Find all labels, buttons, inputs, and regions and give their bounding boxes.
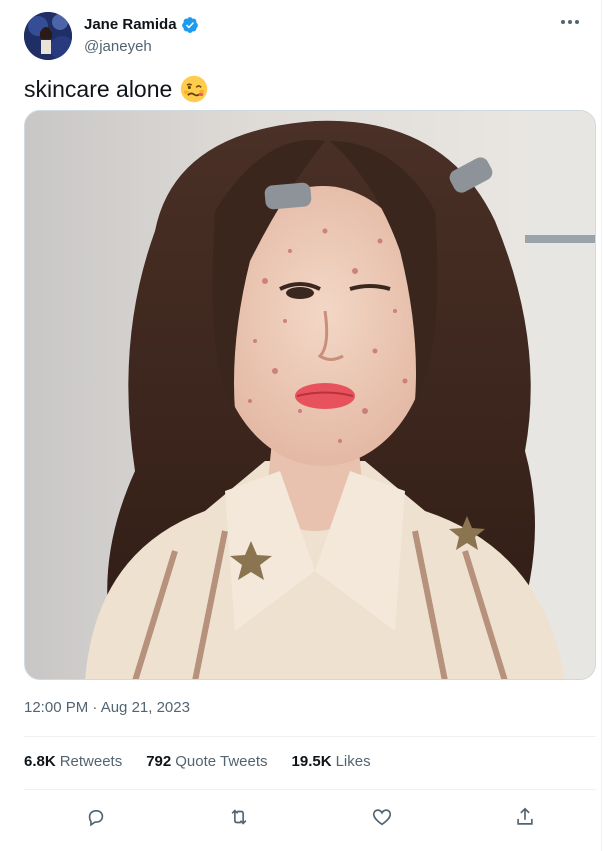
tweet-timestamp[interactable]: 12:00 PM · Aug 21, 2023 — [24, 698, 190, 718]
retweet-icon — [231, 809, 246, 825]
likes-stat[interactable]: 19.5K Likes — [292, 751, 371, 773]
reply-icon — [88, 810, 103, 827]
author-name-text: Jane Ramida — [84, 16, 177, 33]
author-name[interactable]: Jane Ramida — [84, 15, 199, 35]
reply-button[interactable] — [79, 800, 113, 834]
woozy-face-emoji-icon — [181, 75, 208, 103]
likes-count: 19.5K — [291, 753, 332, 770]
tweet-text: skincare alone — [24, 74, 208, 104]
retweet-button[interactable] — [222, 800, 256, 834]
tweet-actions — [24, 800, 596, 834]
tweet-text-content: skincare alone — [24, 76, 173, 102]
tweet: Jane Ramida @janeyeh skincare alone 12:0… — [0, 0, 602, 851]
more-options-button[interactable] — [555, 10, 585, 34]
tweet-stats: 6.8K Retweets 792 Quote Tweets 19.5K Lik… — [24, 751, 371, 773]
author-avatar[interactable] — [24, 12, 72, 60]
tweet-photo[interactable] — [24, 110, 596, 680]
verified-badge-icon — [181, 17, 198, 33]
quote-tweets-label: Quote Tweets — [175, 753, 268, 770]
divider — [24, 789, 596, 790]
retweets-count: 6.8K — [24, 753, 56, 770]
likes-label: Likes — [335, 753, 371, 770]
divider — [24, 736, 596, 737]
photo-image — [25, 111, 595, 679]
quote-tweets-stat[interactable]: 792 Quote Tweets — [146, 751, 267, 773]
quote-tweets-count: 792 — [146, 753, 172, 770]
share-button[interactable] — [508, 800, 542, 834]
like-icon — [372, 809, 391, 826]
share-icon — [516, 807, 533, 825]
retweets-stat[interactable]: 6.8K Retweets — [24, 751, 122, 773]
author-handle[interactable]: @janeyeh — [84, 37, 152, 57]
like-button[interactable] — [365, 800, 399, 834]
avatar-image — [24, 12, 72, 60]
retweets-label: Retweets — [59, 753, 123, 770]
more-dots-icon — [561, 20, 579, 24]
